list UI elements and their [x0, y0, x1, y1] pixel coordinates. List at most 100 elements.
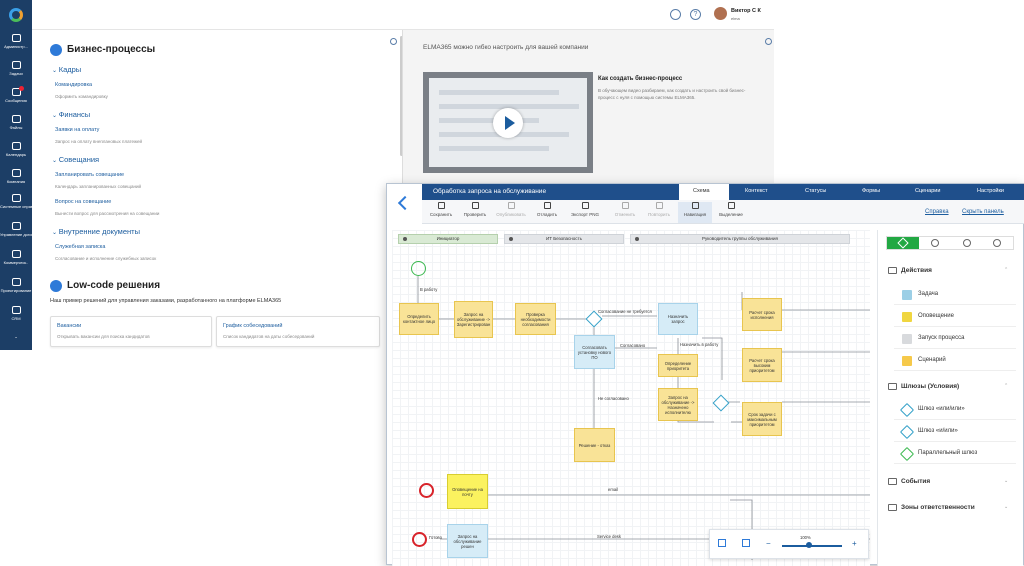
tab-forms[interactable]: Формы — [862, 188, 880, 194]
process-link[interactable]: Служебная записка — [55, 244, 105, 250]
zoom-slider-handle[interactable] — [806, 542, 812, 548]
section-documents[interactable]: Внутренние документы — [52, 227, 140, 236]
task-node[interactable]: Запрос на обслуживание -> Назначено испо… — [658, 388, 698, 421]
sidebar-collapse[interactable]: ⌄ — [0, 334, 32, 339]
sidebar-item-tasks[interactable]: Задачи — [0, 61, 32, 76]
export-icon[interactable] — [993, 239, 1001, 247]
zoom-slider[interactable] — [782, 545, 842, 547]
process-link[interactable]: Вопрос на совещание — [55, 199, 111, 205]
chevron-icon: ⌄ — [14, 334, 18, 339]
avatar[interactable] — [714, 7, 727, 20]
task-node[interactable]: Расчет срока исполнения — [742, 298, 782, 331]
sidebar-item-contracts[interactable]: Управление договорами — [0, 222, 32, 237]
palette-item[interactable]: Шлюз «или/или» — [894, 400, 1016, 420]
tab-settings[interactable]: Настройки — [977, 188, 1004, 194]
export-png-button[interactable]: Экспорт PNG — [568, 202, 602, 217]
end-event[interactable] — [412, 532, 427, 547]
task-node[interactable]: Расчет срока высоким приоритетом — [742, 348, 782, 382]
process-link[interactable]: Командировка — [55, 82, 92, 88]
zoom-level: 100% — [800, 535, 811, 540]
navigation-button[interactable]: Навигация — [678, 202, 712, 223]
zoom-out-button[interactable]: − — [766, 539, 771, 548]
redo-button[interactable]: Повторить — [642, 202, 676, 217]
sidebar-item-directories[interactable]: Системные справочники — [0, 194, 32, 209]
section-finance[interactable]: Финансы — [52, 110, 91, 119]
gear-icon[interactable] — [931, 239, 939, 247]
notify-node[interactable]: Оповещение на почту — [447, 474, 488, 509]
process-link[interactable]: Запланировать совещание — [55, 172, 124, 178]
end-event[interactable] — [419, 483, 434, 498]
settings-icon[interactable] — [670, 9, 681, 20]
lane-it-security[interactable]: ИТ Безопасность — [504, 234, 624, 244]
task-node[interactable]: Назначить запрос — [658, 303, 698, 335]
hide-panel-link[interactable]: Скрыть панель — [962, 209, 1004, 215]
tab-context[interactable]: Контекст — [745, 188, 768, 194]
zoom-in-button[interactable]: + — [852, 539, 857, 548]
sidebar-item-company[interactable]: Компания — [0, 169, 32, 184]
palette-item[interactable]: Оповещение — [894, 307, 1016, 327]
sidebar-item-messages[interactable]: Сообщения — [0, 86, 32, 103]
task-node[interactable]: Определение приоритета — [658, 354, 698, 377]
chart-icon[interactable] — [963, 239, 971, 247]
publish-button[interactable]: Опубликовать — [494, 202, 528, 217]
save-button[interactable]: Сохранить — [424, 202, 458, 217]
tab-elements[interactable] — [887, 237, 919, 249]
group-zones[interactable]: Зоны ответственности — [888, 504, 975, 511]
task-node[interactable]: Запрос на обслуживание -> Зарегистрирова… — [454, 301, 493, 338]
sidebar-item-admin[interactable]: Администр... — [0, 34, 32, 49]
section-meetings[interactable]: Совещания — [52, 155, 99, 164]
lowcode-subtitle: Наш пример решений для управления заказа… — [50, 298, 282, 304]
process-link[interactable]: Заявки на оплату — [55, 127, 99, 133]
diagram-canvas[interactable]: Инициатор ИТ Безопасность Руководитель г… — [392, 230, 870, 566]
grid-icon[interactable] — [718, 539, 726, 547]
sidebar-item-calendar[interactable]: Календарь — [0, 142, 32, 157]
user-name[interactable]: Виктор С К — [731, 8, 761, 14]
help-icon[interactable]: ? — [690, 9, 701, 20]
chevron-down-icon[interactable]: ⌄ — [1004, 478, 1008, 484]
lane-initiator[interactable]: Инициатор — [398, 234, 498, 244]
palette-item[interactable]: Параллельный шлюз — [894, 444, 1016, 464]
tab-statuses[interactable]: Статусы — [805, 188, 826, 194]
tab-scheme[interactable]: Схема — [679, 184, 729, 201]
sidebar-item-crm[interactable]: CRM — [0, 306, 32, 321]
chevron-up-icon[interactable]: ⌃ — [1004, 383, 1008, 389]
task-node[interactable]: Проверка необходимости согласования — [515, 303, 556, 335]
group-actions[interactable]: Действия — [888, 267, 932, 274]
palette-item[interactable]: Сценарий — [894, 351, 1016, 371]
group-gateways[interactable]: Шлюзы (Условия) — [888, 383, 959, 390]
undo-button[interactable]: Отменить — [608, 202, 642, 217]
solution-card[interactable]: Вакансии Открывать вакансии для поиска к… — [50, 316, 212, 347]
palette-item[interactable]: Задача — [894, 285, 1016, 305]
task-node[interactable]: Решение - отказ — [574, 428, 615, 462]
lane-service-lead[interactable]: Руководитель группы обслуживания — [630, 234, 850, 244]
elma-logo[interactable] — [9, 8, 23, 22]
sidebar-item-files[interactable]: Файлы — [0, 115, 32, 130]
palette-item[interactable]: Запуск процесса — [894, 329, 1016, 349]
help-link[interactable]: Справка — [925, 209, 949, 215]
sidebar-item-design[interactable]: Проектирование — [0, 278, 32, 293]
selection-button[interactable]: Выделение — [714, 202, 748, 217]
back-button[interactable] — [387, 184, 422, 224]
task-node[interactable]: Запрос на обслуживание решен — [447, 524, 488, 558]
solution-card[interactable]: График собеседований Список кандидатов н… — [216, 316, 380, 347]
chevron-down-icon[interactable]: ⌄ — [1004, 504, 1008, 510]
section-hr[interactable]: Кадры — [52, 65, 81, 74]
zoom-controls: − 100% + — [709, 529, 869, 559]
task-node[interactable]: Согласовать установку нового ПО — [574, 335, 615, 369]
chevron-up-icon[interactable]: ⌃ — [1004, 267, 1008, 273]
tab-scenarios[interactable]: Сценарии — [915, 188, 940, 194]
minimap-icon[interactable] — [742, 539, 750, 547]
video-player[interactable] — [423, 72, 593, 173]
debug-button[interactable]: Отладить — [530, 202, 564, 217]
start-event[interactable] — [411, 261, 426, 276]
sidebar-item-commerce[interactable]: Коммерческ.. — [0, 250, 32, 265]
palette-item[interactable]: Шлюз «и/или» — [894, 422, 1016, 442]
group-events[interactable]: События — [888, 478, 930, 485]
widget-settings-icon[interactable] — [765, 38, 772, 45]
task-node[interactable]: Срок задачи с максимальным приоритетом — [742, 402, 782, 436]
edge-label: В работу — [420, 287, 438, 292]
widget-settings-icon[interactable] — [390, 38, 397, 45]
check-button[interactable]: Проверить — [458, 202, 492, 217]
play-icon[interactable] — [493, 108, 523, 138]
task-node[interactable]: Определить контактное лицо — [399, 303, 439, 335]
